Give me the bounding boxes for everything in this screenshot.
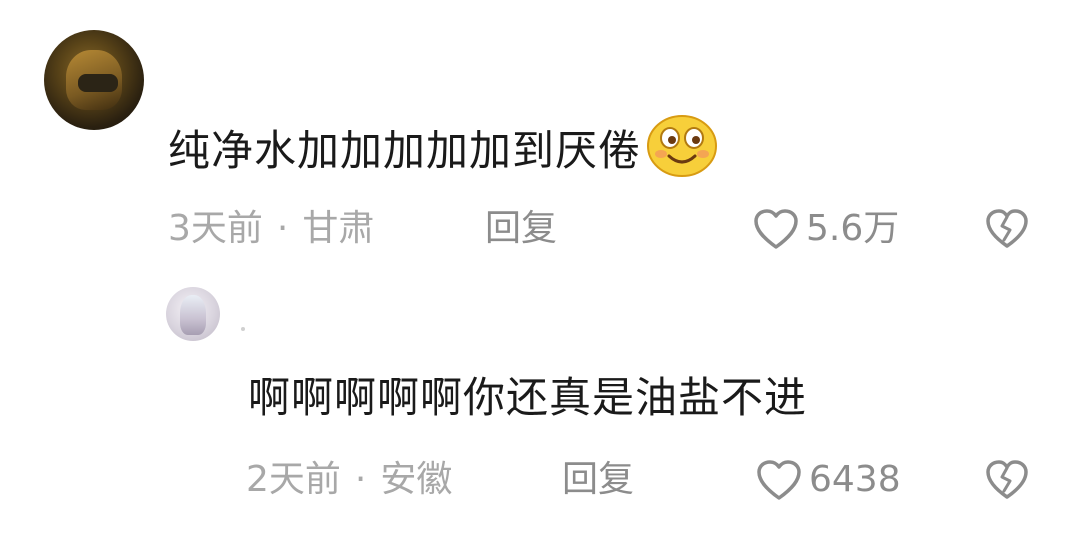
reply-avatar[interactable] [166, 287, 220, 341]
heart-outline-icon [757, 460, 801, 500]
reply-location: 安徽 [380, 459, 453, 500]
reply-meta: 2天前 · 安徽 [246, 458, 452, 502]
comment-time: 3天前 [168, 208, 263, 249]
reply-time: 2天前 [246, 459, 341, 500]
reply-text: 啊啊啊啊啊你还真是油盐不进 [248, 373, 808, 422]
reply-reply-button[interactable]: 回复 [562, 458, 634, 502]
reply-dislike-button[interactable] [984, 459, 1030, 505]
avatar-figure-shape [180, 295, 206, 335]
dislike-button[interactable] [984, 208, 1030, 254]
heart-outline-icon [754, 209, 798, 249]
smiling-face-emoji-icon [645, 112, 719, 189]
reply-like-count: 6438 [809, 459, 901, 500]
reply-button[interactable]: 回复 [485, 207, 557, 251]
comment-location: 甘肃 [302, 208, 375, 249]
broken-heart-icon [986, 209, 1028, 248]
reply-like-button[interactable]: 6438 [755, 458, 901, 502]
meta-separator: · [354, 459, 367, 500]
comment-text-content: 纯净水加加加加加到厌倦 [168, 126, 642, 175]
avatar[interactable] [44, 30, 144, 130]
like-count: 5.6万 [806, 208, 900, 249]
comment-meta: 3天前 · 甘肃 [168, 207, 374, 251]
reply-indicator-dot [241, 327, 245, 331]
like-button[interactable]: 5.6万 [752, 207, 899, 251]
broken-heart-icon [986, 460, 1028, 499]
avatar-visor-shape [78, 74, 118, 92]
meta-separator: · [276, 208, 289, 249]
comment-text: 纯净水加加加加加到厌倦 [168, 115, 719, 189]
